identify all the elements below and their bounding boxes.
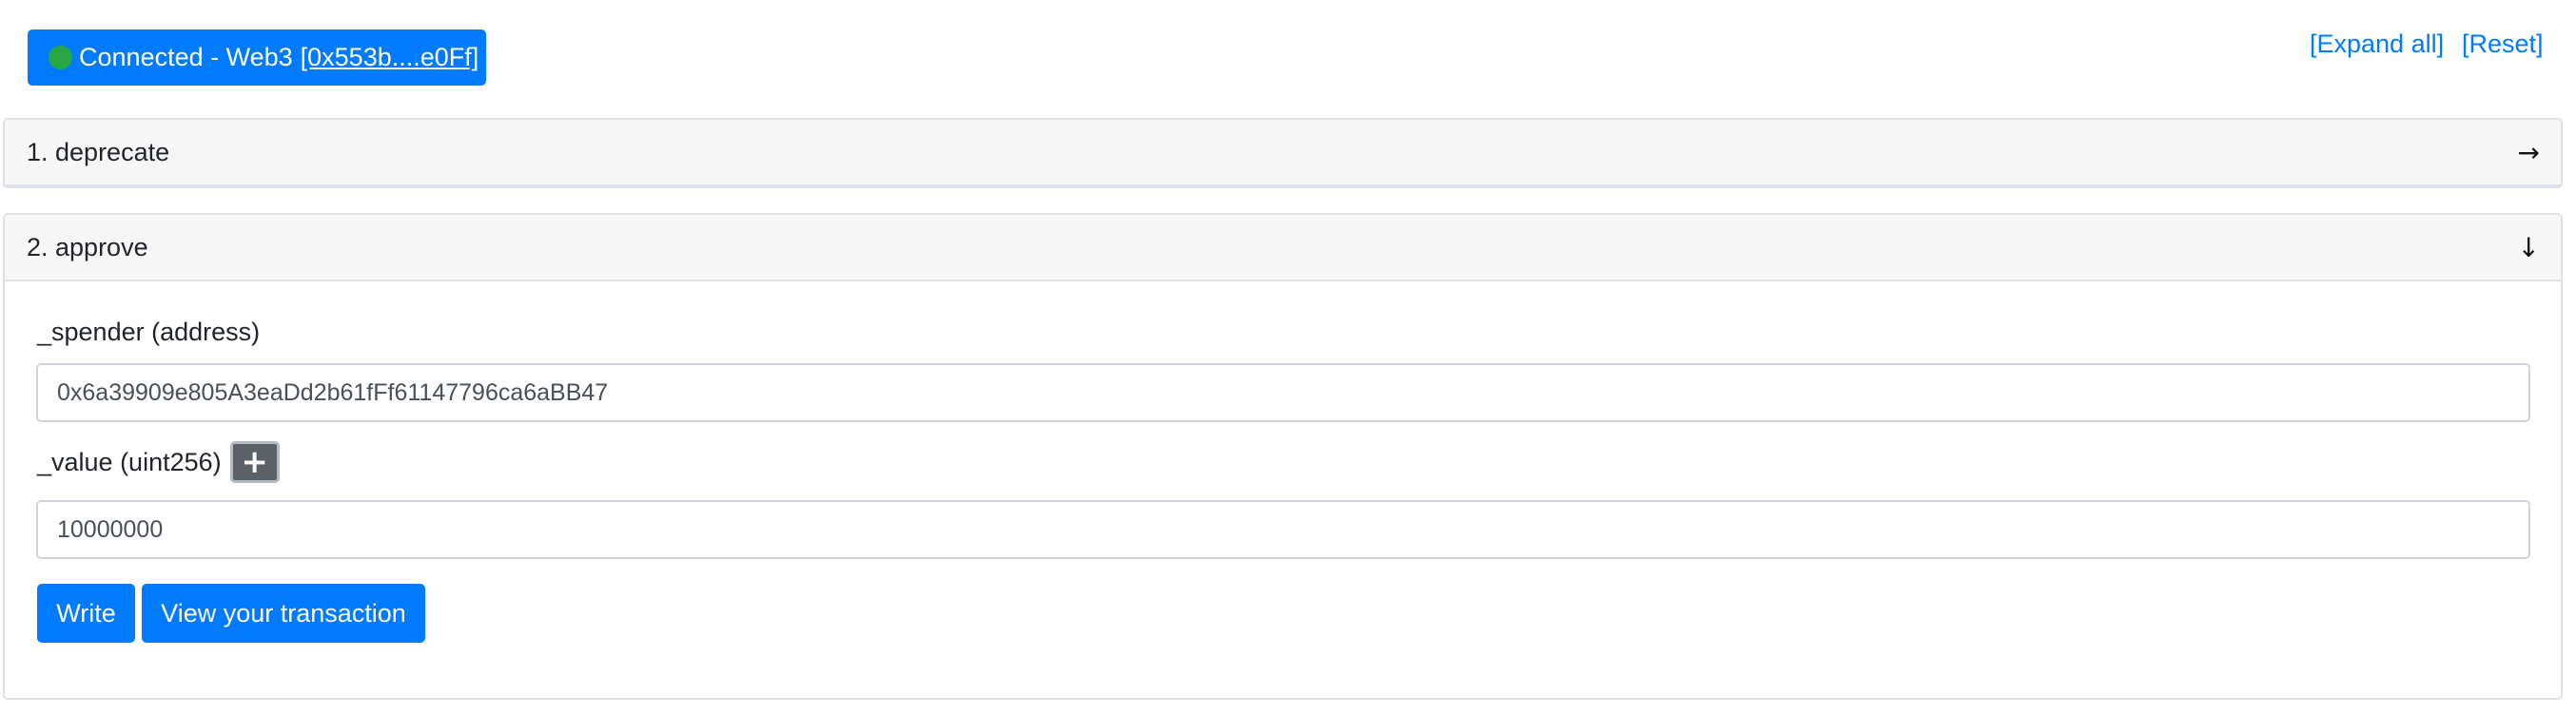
view-transaction-button[interactable]: View your transaction: [142, 584, 425, 643]
arrow-right-icon: →: [2517, 136, 2540, 168]
add-decimals-button[interactable]: +: [229, 441, 280, 483]
expand-all-link[interactable]: [Expand all]: [2310, 29, 2444, 59]
function-card-approve: 2. approve ↓ _spender (address) _value (…: [3, 213, 2563, 700]
spender-address-input[interactable]: [36, 363, 2530, 422]
function-title: 2. approve: [27, 232, 148, 261]
value-input[interactable]: [36, 500, 2530, 559]
function-card-deprecate: 1. deprecate →: [3, 118, 2563, 188]
reset-link[interactable]: [Reset]: [2462, 29, 2544, 59]
function-title: 1. deprecate: [27, 137, 170, 166]
top-bar: Connected - Web3 [0x553b....e0Ff] [Expan…: [0, 0, 2576, 118]
contract-write-page: Connected - Web3 [0x553b....e0Ff] [Expan…: [0, 0, 2576, 715]
connection-status-text: Connected - Web3: [79, 43, 293, 71]
connection-status-button[interactable]: Connected - Web3 [0x553b....e0Ff]: [28, 29, 486, 86]
spender-label: _spender (address): [37, 318, 260, 347]
write-button[interactable]: Write: [37, 584, 135, 643]
connection-status-dot-icon: [49, 46, 72, 69]
connected-address-link[interactable]: [0x553b....e0Ff]: [301, 43, 479, 72]
spender-label-text: _spender (address): [37, 318, 261, 346]
arrow-down-icon: ↓: [2517, 231, 2540, 263]
value-label-text: _value (uint256): [37, 447, 222, 476]
plus-icon: +: [241, 443, 268, 481]
value-label: _value (uint256) +: [37, 441, 280, 483]
function-header-approve[interactable]: 2. approve ↓: [5, 215, 2561, 281]
function-header-deprecate[interactable]: 1. deprecate →: [5, 120, 2561, 186]
